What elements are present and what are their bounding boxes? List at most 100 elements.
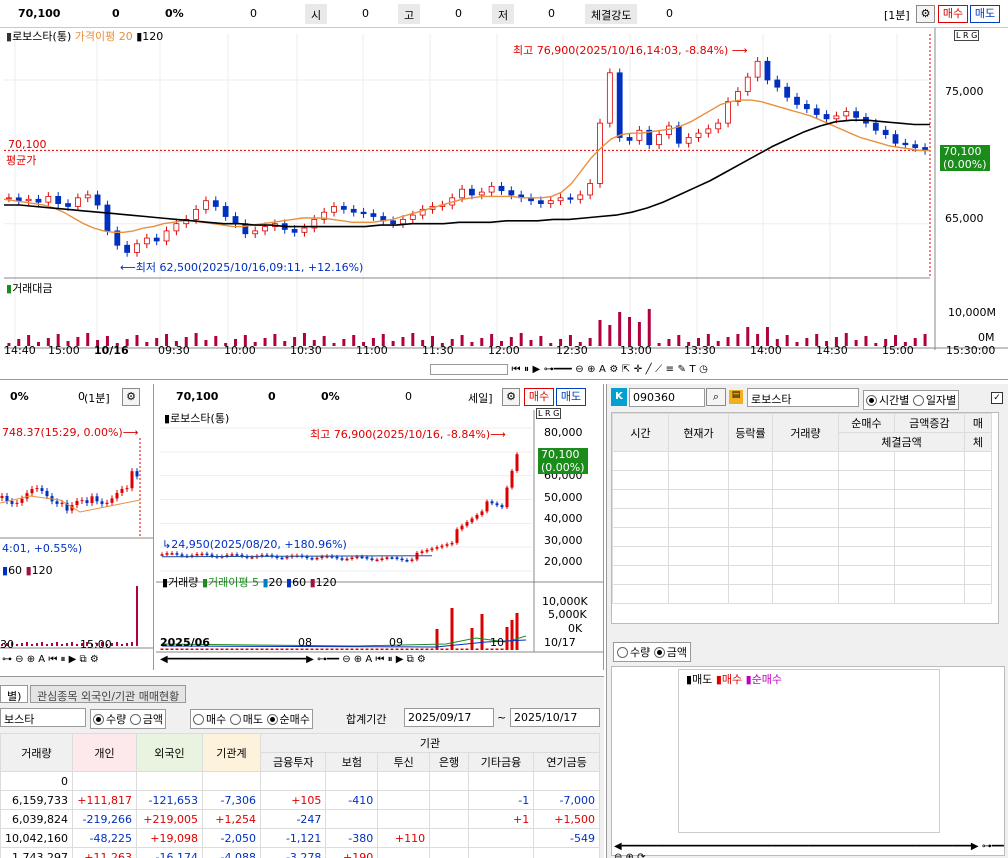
tab-by-stock[interactable]: 별) (0, 685, 29, 703)
sub-left-period[interactable]: (1분] (84, 390, 110, 406)
volume-bar (795, 342, 799, 346)
table-cell: +1 (467, 809, 535, 829)
volume-bar (355, 648, 359, 650)
x-tick-label: 11:00 (356, 344, 388, 357)
table-row[interactable]: 6,039,824 -219,266 +219,005 +1,254 -247 +1 +1,… (0, 809, 600, 829)
cursor-icon[interactable]: ⇱ (622, 364, 630, 375)
date-from-input[interactable]: 2025/09/17 (404, 708, 494, 727)
table-row[interactable]: 1,743,297 +11,263 -16,174 -4,088 -3,278 +190 (0, 847, 600, 858)
volume-bar (618, 312, 622, 346)
chart-toolbar[interactable]: ⏮ ⏸ ▶ ⊶━━━ ⊖ ⊕ A ⚙ ⇱ ✛ ╱ ⟋ ≡ ✎ T ◷ (430, 362, 1006, 379)
quote-bar: 70,100 0 0% 0 시 0 고 0 저 0 체결강도 0 [1분] ⚙ … (0, 0, 1008, 28)
table-cell: +1,500 (533, 809, 600, 829)
candle (74, 197, 81, 207)
date-to-input[interactable]: 2025/10/17 (510, 708, 600, 727)
table-cell: 6,159,733 (0, 790, 73, 810)
lrg-toggle[interactable]: L R G (954, 30, 980, 41)
table-cell: +111,817 (71, 790, 137, 810)
prev-icon[interactable]: ⏸ (524, 364, 529, 375)
candle (626, 137, 633, 141)
view-mode-radio[interactable]: 시간별 일자별 (863, 390, 960, 410)
daily-lrg-toggle[interactable]: L R G (536, 408, 562, 419)
daily-gear-icon[interactable]: ⚙ (502, 388, 520, 406)
text-tool-icon[interactable]: A (599, 364, 606, 375)
table-cell (429, 828, 469, 848)
stock-name-input[interactable]: 로보스타 (747, 388, 859, 407)
table-row[interactable]: 6,159,733 +111,817 -121,653 -7,306 +105 -410 -… (0, 790, 600, 810)
candle (242, 223, 249, 235)
volume-bar (519, 333, 523, 346)
sub-left-gear-icon[interactable]: ⚙ (122, 388, 140, 406)
candle (490, 501, 494, 504)
qty-amount-radio[interactable]: 수량 금액 (613, 642, 691, 662)
first-icon[interactable]: ⏮ (512, 364, 521, 375)
daily-y-tick: 40,000 (544, 512, 583, 525)
zoom-slider-icon[interactable]: ⊶━━━ (544, 364, 572, 375)
draw-icon[interactable]: ✎ (678, 364, 686, 375)
x-tick-label: 15:00 (48, 344, 80, 357)
main-price-chart[interactable] (0, 28, 1008, 380)
sub-left-toolbar[interactable]: ⊶ ⊖ ⊕ A ⏮ ⏸ ▶ ⧉ ⚙ (2, 654, 99, 665)
vol-tick: 10,000M (948, 306, 996, 319)
candle (200, 553, 204, 556)
candle (833, 115, 840, 120)
volume-bar (485, 648, 489, 650)
period-selector[interactable]: [1분] (884, 7, 910, 23)
table-row[interactable]: 0 (0, 771, 600, 791)
daily-toolbar[interactable]: ◀━━━━━━━━━━━━━━━━━━━━━━━▶ ⊶━━ ⊖ ⊕ A ⏮ ⏸ … (160, 654, 426, 665)
table-cell: -4,088 (201, 847, 261, 858)
stock-select[interactable]: 보스타 (0, 708, 86, 727)
candle (656, 134, 662, 146)
favorite-icon[interactable]: ▤ (729, 390, 743, 404)
candle (350, 208, 357, 213)
sell-button[interactable]: 매도 (970, 5, 1000, 23)
zoom-out-icon[interactable]: ⊖ (575, 364, 583, 375)
table-cell: -410 (325, 790, 379, 810)
fib-icon[interactable]: ≡ (666, 364, 674, 375)
tab-watchlist[interactable]: 관심종목 외국인/기관 매매현황 (30, 685, 187, 703)
daily-period[interactable]: 세일] (468, 390, 493, 406)
candle (280, 557, 284, 560)
candle (430, 548, 434, 551)
trade-type-radio[interactable]: 매수 매도 순매수 (190, 709, 313, 729)
volume-bar (411, 333, 415, 346)
buy-button[interactable]: 매수 (938, 5, 968, 23)
cross-icon[interactable]: ✛ (634, 364, 642, 375)
volume-bar (225, 648, 229, 650)
settings-gear-icon[interactable]: ⚙ (916, 5, 935, 23)
candle (205, 553, 209, 556)
daily-sell-button[interactable]: 매도 (556, 388, 586, 406)
volume-bar (245, 648, 249, 650)
search-icon[interactable]: ⌕ (706, 388, 726, 406)
text-icon[interactable]: T (689, 364, 695, 375)
net-buy-chart[interactable]: ▮매도 ▮매수 ▮순매수 ◀━━━━━━━━━━━━━━━━━━━━━━━━━━… (611, 666, 1005, 858)
max-price-annotation: 최고 76,900(2025/10/16,14:03, -8.84%) ⟶ (513, 44, 748, 57)
settings-icon[interactable]: ⚙ (609, 364, 618, 375)
candle (567, 197, 574, 200)
daily-y-tick: 50,000 (544, 490, 583, 504)
net-buy-toolbar[interactable]: ◀━━━━━━━━━━━━━━━━━━━━━━━━━━━━━━━━━━━━━━━… (614, 841, 1004, 858)
candle (445, 544, 449, 546)
unit-radio[interactable]: 수량 금액 (90, 709, 166, 729)
scroll-bar[interactable] (430, 363, 508, 375)
volume-bar (455, 648, 459, 650)
daily-buy-button[interactable]: 매수 (524, 388, 554, 406)
sub-left-chart[interactable] (0, 408, 154, 668)
zoom-in-icon[interactable]: ⊕ (587, 364, 595, 375)
candle (587, 183, 594, 196)
candle (754, 60, 761, 78)
line-icon[interactable]: ╱ (646, 364, 652, 375)
volume-bar (21, 643, 23, 646)
volume-legend: ▮거래대금 (6, 282, 53, 295)
trend-icon[interactable]: ⟋ (655, 364, 662, 375)
sub-chart-left: 0% 0 (1분] ⚙ 748.37(15:29, 0.00%)⟶ 4:01, … (0, 384, 154, 670)
high-value: 0 (455, 7, 462, 20)
candle (84, 194, 91, 199)
volume-bar (260, 648, 264, 650)
next-icon[interactable]: ▶ (533, 364, 541, 375)
daily-candle-chart[interactable] (156, 406, 604, 668)
table-row[interactable]: 10,042,160 -48,225 +19,098 -2,050 -1,121 -380… (0, 828, 600, 848)
stock-code-input[interactable]: 090360 (629, 388, 705, 407)
clock-icon[interactable]: ◷ (699, 364, 708, 375)
option-checkbox[interactable]: ✓ (991, 392, 1003, 404)
